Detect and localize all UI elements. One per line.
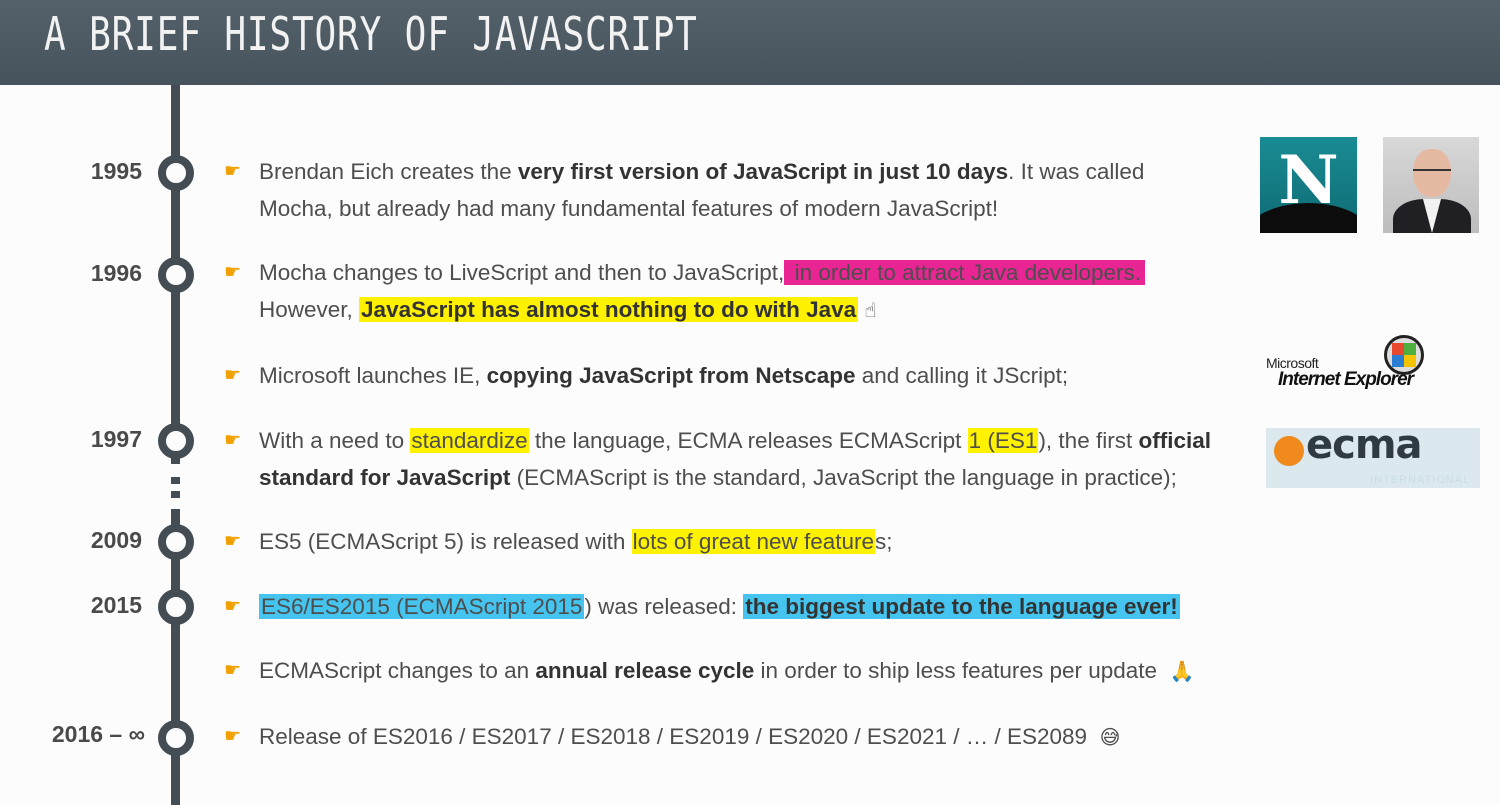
slide-header: A BRIEF HISTORY OF JAVASCRIPT <box>0 0 1500 85</box>
event-1996: Mocha changes to LiveScript and then to … <box>259 254 1249 329</box>
event-annual-cycle: ECMAScript changes to an annual release … <box>259 658 1195 683</box>
highlight-yellow: 1 (ES1 <box>967 428 1039 453</box>
pointing-hand-icon: ☛ <box>224 262 242 283</box>
grinning-sweat-icon: 😅 <box>1099 725 1121 749</box>
timeline-gap <box>169 464 182 509</box>
event-2016: Release of ES2016 / ES2017 / ES2018 / ES… <box>259 724 1121 749</box>
highlight-yellow: JavaScript has almost nothing to do with… <box>359 297 859 322</box>
event-ie-launch: Microsoft launches IE, copying JavaScrip… <box>259 363 1069 388</box>
highlight-blue: the biggest update to the language ever! <box>743 594 1180 619</box>
netscape-letter: N <box>1278 141 1339 219</box>
year-label-1996: 1996 <box>90 260 142 286</box>
timeline-node-1997 <box>158 423 194 459</box>
year-label-2009: 2009 <box>90 527 142 553</box>
slide-title: A BRIEF HISTORY OF JAVASCRIPT <box>44 8 698 62</box>
highlight-blue: ES6/ES2015 (ECMAScript 2015 <box>259 594 585 619</box>
netscape-logo: N <box>1260 137 1357 233</box>
ecma-logo: ecma INTERNATIONAL <box>1266 422 1480 488</box>
timeline-dash <box>171 477 180 484</box>
highlight-pink: in order to attract Java developers. <box>784 260 1145 285</box>
pointing-hand-icon: ☛ <box>224 531 242 552</box>
ie-name-text: Internet Explorer <box>1278 369 1414 390</box>
internet-explorer-logo: Microsoft Internet Explorer <box>1266 333 1451 399</box>
pointing-hand-icon: ☛ <box>224 660 242 681</box>
timeline-node-2016 <box>158 720 194 756</box>
year-label-1997: 1997 <box>90 426 142 452</box>
brendan-eich-photo <box>1383 137 1479 233</box>
ecma-international: INTERNATIONAL <box>1370 474 1471 486</box>
ecma-word: ecma <box>1306 422 1423 468</box>
highlight-yellow: lots of great new feature <box>631 529 876 554</box>
pointing-hand-icon: ☛ <box>224 726 242 747</box>
pointing-hand-icon: ☛ <box>224 596 242 617</box>
year-label-1995: 1995 <box>90 158 142 184</box>
ecma-dot <box>1274 436 1304 466</box>
pointing-up-icon: ☝ <box>864 298 877 322</box>
timeline-node-2009 <box>158 524 194 560</box>
folded-hands-icon: 🙏 <box>1169 659 1195 683</box>
pointing-hand-icon: ☛ <box>224 161 242 182</box>
timeline-dash <box>171 491 180 498</box>
event-2015: ES6/ES2015 (ECMAScript 2015) was release… <box>259 594 1180 619</box>
year-label-2016: 2016 – ∞ <box>51 721 145 747</box>
pointing-hand-icon: ☛ <box>224 430 242 451</box>
timeline-node-1995 <box>158 155 194 191</box>
timeline-node-1996 <box>158 257 194 293</box>
event-1995: Brendan Eich creates the very first vers… <box>259 159 1145 221</box>
timeline-node-2015 <box>158 589 194 625</box>
year-label-2015: 2015 <box>90 592 142 618</box>
highlight-yellow: standardize <box>410 428 529 453</box>
event-2009: ES5 (ECMAScript 5) is released with lots… <box>259 529 893 554</box>
pointing-hand-icon: ☛ <box>224 365 242 386</box>
event-1997: With a need to standardize the language,… <box>259 428 1211 490</box>
